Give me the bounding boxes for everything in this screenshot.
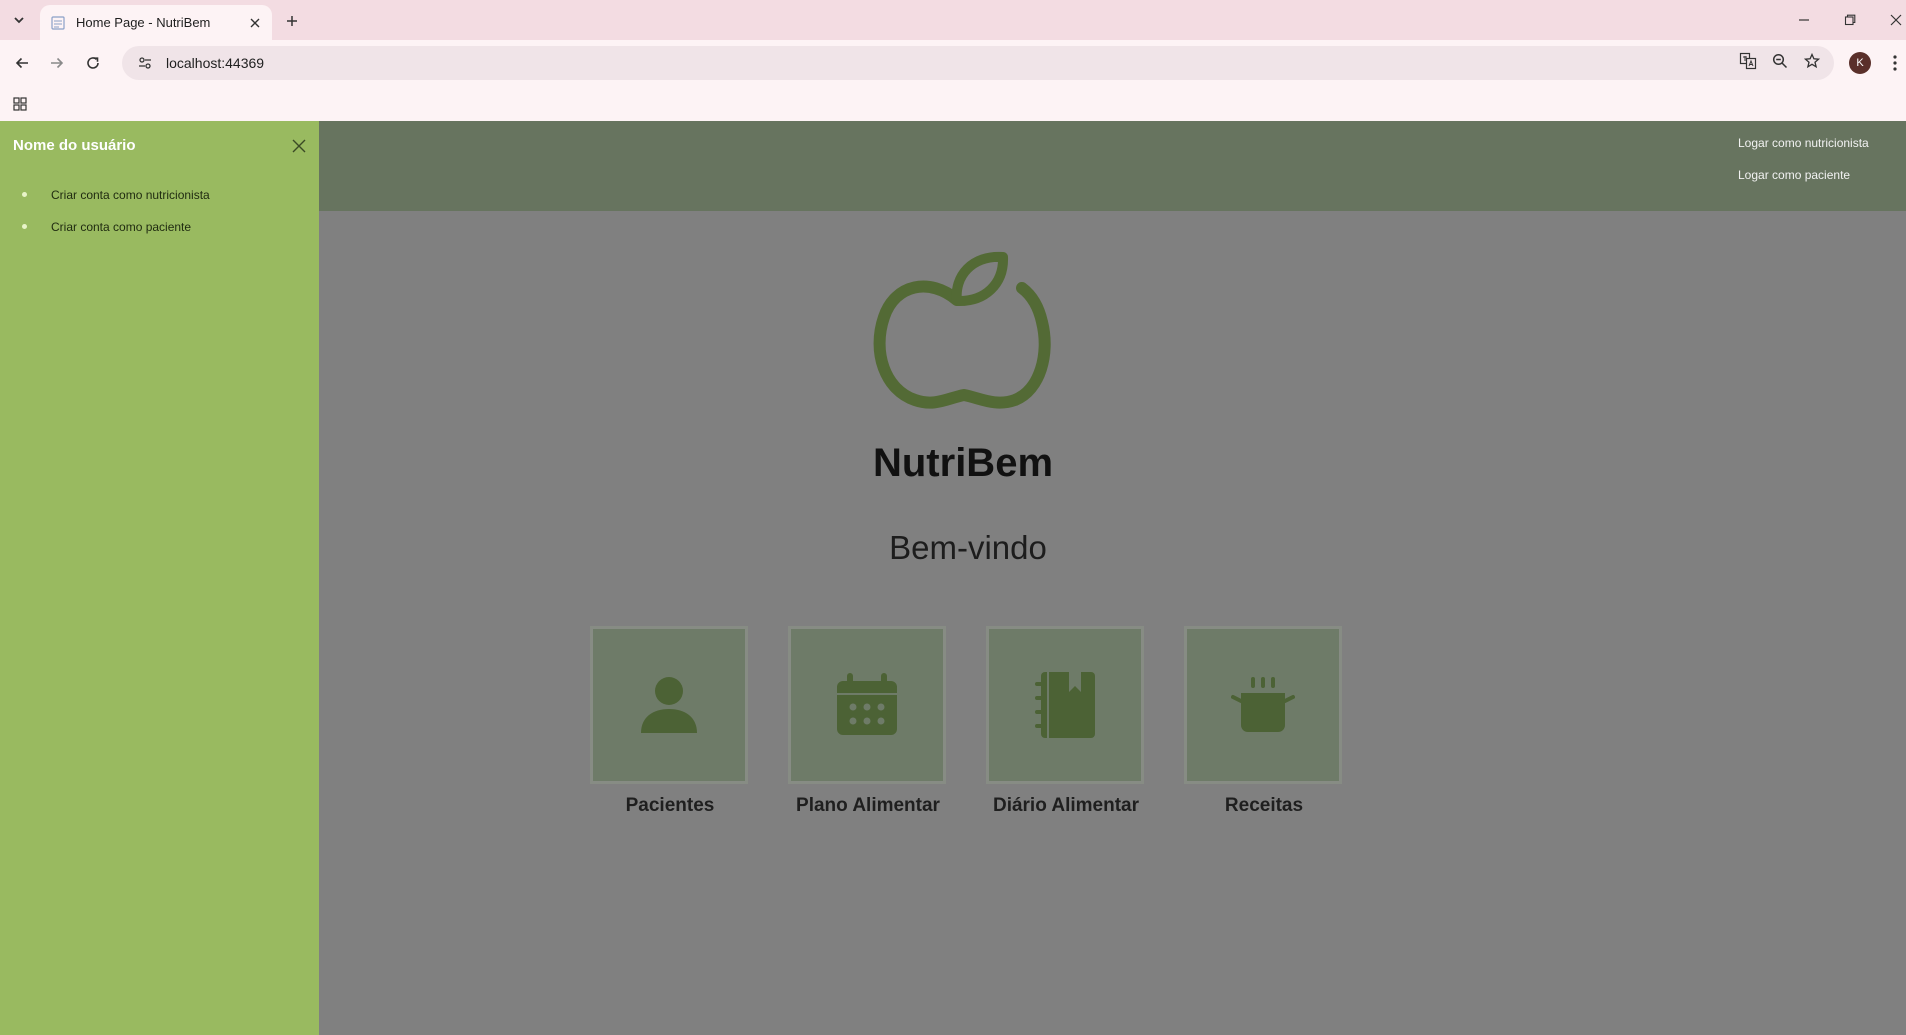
welcome-heading: Bem-vindo: [889, 529, 1047, 566]
sidebar-menu: Criar conta como nutricionista Criar con…: [22, 189, 210, 253]
arrow-left-icon: [15, 57, 28, 69]
restore-button[interactable]: [1832, 6, 1868, 34]
user-icon: [641, 677, 697, 733]
brand-name: NutriBem: [872, 441, 1054, 485]
card-food-diary[interactable]: [986, 626, 1144, 784]
arrow-right-icon: [51, 57, 64, 69]
sidebar-close-button[interactable]: [289, 136, 309, 156]
close-icon: [1890, 14, 1902, 26]
sidebar-title: Nome do usuário: [13, 137, 136, 154]
close-window-button[interactable]: [1878, 6, 1906, 34]
more-vert-icon: [1893, 55, 1897, 71]
apps-grid-icon: [13, 97, 27, 111]
calendar-icon: [837, 673, 897, 735]
tab-title: Home Page - NutriBem: [76, 15, 211, 30]
food-diary-icon: [1035, 672, 1095, 738]
sidebar-item-create-patient[interactable]: Criar conta como paciente: [22, 221, 210, 253]
star-icon: [1804, 53, 1820, 69]
nutribem-apple-logo: [873, 251, 1051, 409]
apps-button[interactable]: [10, 94, 30, 114]
browser-tab-strip: Home Page - NutriBem: [0, 0, 1906, 40]
sidebar-item-create-nutritionist[interactable]: Criar conta como nutricionista: [22, 189, 210, 221]
profile-avatar[interactable]: K: [1849, 52, 1871, 74]
translate-button[interactable]: [1733, 46, 1763, 76]
zoom-button[interactable]: [1765, 46, 1795, 76]
card-recipes[interactable]: [1184, 626, 1342, 784]
zoom-out-icon: [1772, 53, 1788, 69]
page-content: Nome do usuário Criar conta como nutrici…: [0, 121, 1906, 1035]
translate-icon: [1739, 52, 1757, 70]
card-label-patients: Pacientes: [625, 795, 715, 816]
tab-close-button[interactable]: [246, 14, 264, 32]
browser-tab-active[interactable]: Home Page - NutriBem: [40, 5, 272, 40]
address-bar[interactable]: localhost:44369: [122, 46, 1834, 80]
back-button[interactable]: [8, 49, 36, 77]
chevron-down-icon: [14, 17, 24, 24]
top-navbar: Logar como nutricionista Logar como paci…: [319, 121, 1906, 211]
restore-icon: [1844, 14, 1856, 26]
tab-search-button[interactable]: [6, 9, 32, 31]
site-info-icon[interactable]: [134, 52, 156, 74]
minimize-button[interactable]: [1786, 6, 1822, 34]
minimize-icon: [1799, 19, 1809, 21]
close-icon: [292, 139, 306, 153]
url-text: localhost:44369: [166, 55, 265, 71]
plus-icon: [287, 16, 297, 26]
forward-button[interactable]: [43, 49, 71, 77]
card-label-recipes: Receitas: [1224, 795, 1304, 816]
bookmark-button[interactable]: [1797, 46, 1827, 76]
card-meal-plan[interactable]: [788, 626, 946, 784]
reload-button[interactable]: [79, 49, 107, 77]
browser-toolbar: localhost:44369 K: [0, 40, 1906, 86]
sidebar-panel: Nome do usuário Criar conta como nutrici…: [0, 121, 319, 1035]
new-tab-button[interactable]: [280, 9, 304, 33]
card-patients[interactable]: [590, 626, 748, 784]
login-nutritionist-link[interactable]: Logar como nutricionista: [1738, 136, 1869, 150]
login-patient-link[interactable]: Logar como paciente: [1738, 168, 1850, 182]
reload-icon: [87, 57, 99, 69]
bookmarks-bar: [0, 86, 1906, 121]
page-favicon-icon: [51, 15, 65, 30]
cooking-pot-icon: [1231, 677, 1295, 732]
card-label-meal-plan: Plano Alimentar: [796, 795, 940, 816]
browser-menu-button[interactable]: [1888, 52, 1902, 74]
card-label-food-diary: Diário Alimentar: [992, 795, 1140, 816]
close-icon: [250, 18, 260, 27]
